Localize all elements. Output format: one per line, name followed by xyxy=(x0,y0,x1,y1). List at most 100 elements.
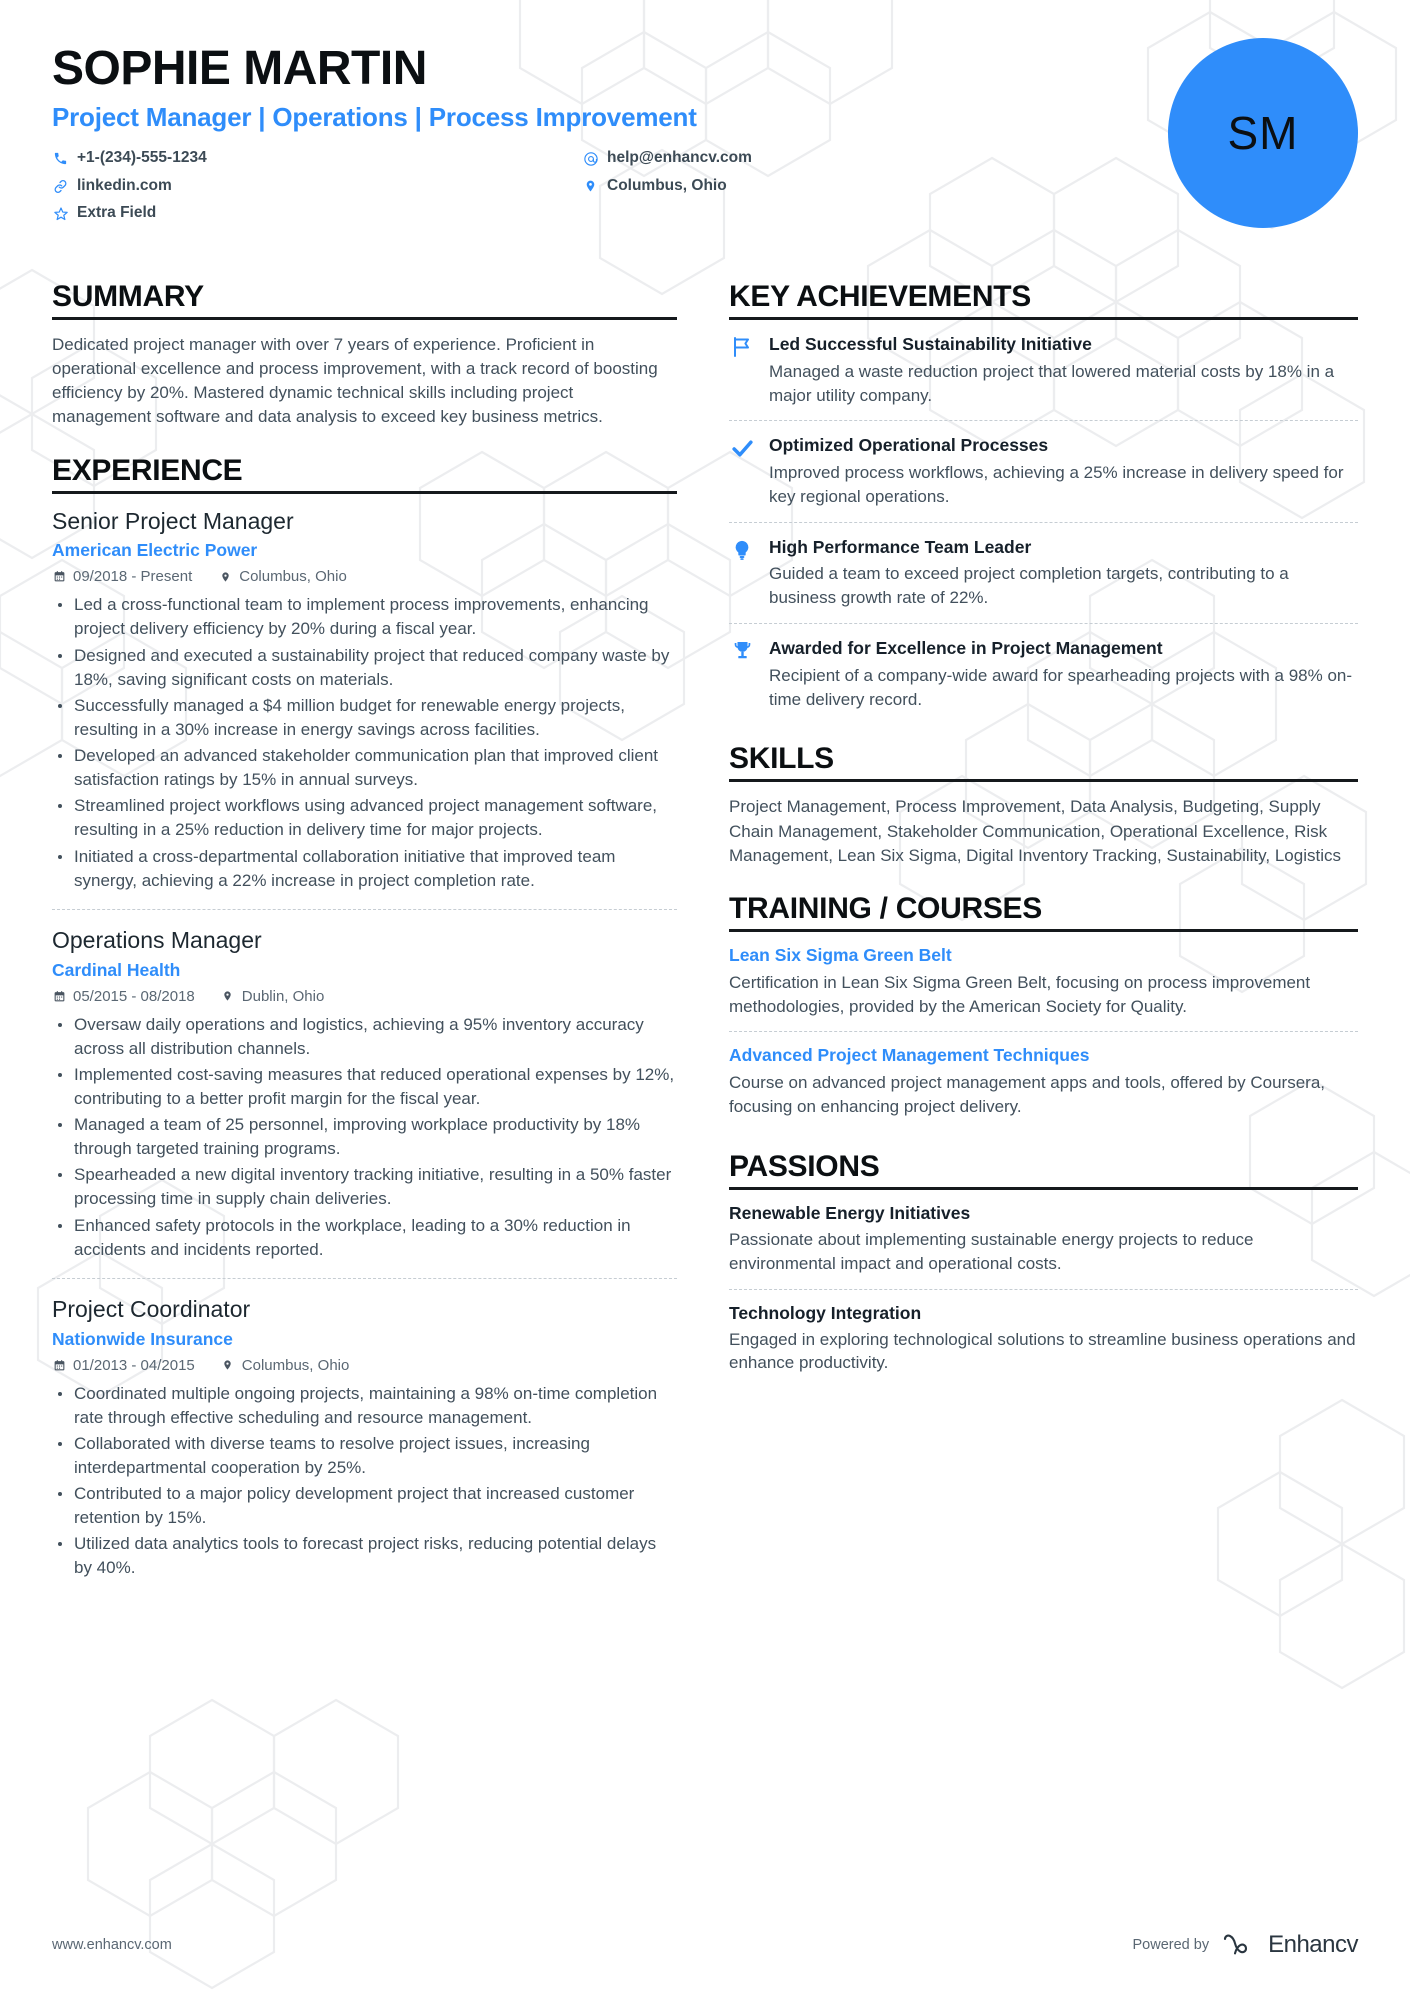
flag-icon xyxy=(729,333,755,407)
job-dates: 05/2015 - 08/2018 xyxy=(52,988,195,1005)
job-bullet: Designed and executed a sustainability p… xyxy=(52,644,677,692)
job-meta: 05/2015 - 08/2018 Dublin, Ohio xyxy=(52,988,677,1005)
resume-header: SOPHIE MARTIN Project Manager | Operatio… xyxy=(52,38,1358,244)
achievement-item: Led Successful Sustainability Initiative… xyxy=(729,333,1358,420)
achievement-body: Awarded for Excellence in Project Manage… xyxy=(769,637,1358,711)
passion-item: Technology Integration Engaged in explor… xyxy=(729,1288,1358,1389)
job-dates-value: 01/2013 - 04/2015 xyxy=(73,1356,195,1374)
achievement-body: High Performance Team Leader Guided a te… xyxy=(769,536,1358,610)
skills-text: Project Management, Process Improvement,… xyxy=(729,797,1341,865)
job-company[interactable]: Nationwide Insurance xyxy=(52,1329,677,1350)
passion-item: Renewable Energy Initiatives Passionate … xyxy=(729,1203,1358,1289)
location-icon xyxy=(221,1358,235,1372)
achievement-body: Optimized Operational Processes Improved… xyxy=(769,434,1358,508)
achievement-title: Led Successful Sustainability Initiative xyxy=(769,334,1092,354)
right-column: KEY ACHIEVEMENTS Led Successful Sustaina… xyxy=(729,280,1358,1601)
trophy-icon xyxy=(729,637,755,711)
job-bullet: Initiated a cross-departmental collabora… xyxy=(52,845,677,893)
job-role: Operations Manager xyxy=(52,926,262,953)
achievement-description: Managed a waste reduction project that l… xyxy=(769,361,1335,405)
contact-link[interactable]: linkedin.com xyxy=(52,175,582,197)
training-name[interactable]: Lean Six Sigma Green Belt xyxy=(729,945,1358,966)
achievement-item: Optimized Operational Processes Improved… xyxy=(729,420,1358,521)
summary-heading: SUMMARY xyxy=(52,280,677,320)
achievement-description: Guided a team to exceed project completi… xyxy=(769,564,1289,608)
contact-email-value: help@enhancv.com xyxy=(607,149,752,167)
link-icon xyxy=(52,178,69,195)
contact-extra-field[interactable]: Extra Field xyxy=(52,202,582,224)
job-bullet: Enhanced safety protocols in the workpla… xyxy=(52,1214,677,1262)
job-bullet: Coordinated multiple ongoing projects, m… xyxy=(52,1382,677,1430)
job-bullet: Managed a team of 25 personnel, improvin… xyxy=(52,1113,677,1161)
job-dates: 01/2013 - 04/2015 xyxy=(52,1357,195,1374)
powered-by-label: Powered by xyxy=(1132,1937,1210,1953)
passion-description: Engaged in exploring technological solut… xyxy=(729,1329,1356,1373)
job-bullet: Collaborated with diverse teams to resol… xyxy=(52,1432,677,1480)
footer-url[interactable]: www.enhancv.com xyxy=(52,1937,172,1953)
achievement-title: High Performance Team Leader xyxy=(769,536,1032,557)
passion-name: Renewable Energy Initiatives xyxy=(729,1202,971,1223)
contact-phone[interactable]: +1-(234)-555-1234 xyxy=(52,147,582,169)
achievement-title: Awarded for Excellence in Project Manage… xyxy=(769,638,1163,659)
resume-page: SOPHIE MARTIN Project Manager | Operatio… xyxy=(0,0,1410,1995)
star-icon xyxy=(52,205,69,222)
section-training-courses: TRAINING / COURSES Lean Six Sigma Green … xyxy=(729,892,1358,1132)
experience-item: Senior Project Manager American Electric… xyxy=(52,507,677,909)
left-column: SUMMARY Dedicated project manager with o… xyxy=(52,280,677,1601)
experience-heading: EXPERIENCE xyxy=(52,454,677,494)
achievement-title: Optimized Operational Processes xyxy=(769,435,1049,456)
phone-icon xyxy=(52,150,69,167)
section-passions: PASSIONS Renewable Energy Initiatives Pa… xyxy=(729,1150,1358,1388)
job-dates-value: 05/2015 - 08/2018 xyxy=(73,987,195,1005)
achievement-item: High Performance Team Leader Guided a te… xyxy=(729,521,1358,623)
calendar-icon xyxy=(52,1358,66,1372)
job-location-value: Columbus, Ohio xyxy=(241,1356,350,1374)
job-company[interactable]: Cardinal Health xyxy=(52,960,677,981)
enhancv-logo: Enhancv xyxy=(1221,1931,1358,1959)
training-item: Lean Six Sigma Green Belt Certification … xyxy=(729,945,1358,1032)
passion-name: Technology Integration xyxy=(729,1302,922,1323)
achievement-description: Recipient of a company-wide award for sp… xyxy=(769,665,1353,709)
enhancv-wordmark: Enhancv xyxy=(1268,1931,1358,1958)
training-item: Advanced Project Management Techniques C… xyxy=(729,1031,1358,1132)
training-heading: TRAINING / COURSES xyxy=(729,892,1358,932)
achievement-description: Improved process workflows, achieving a … xyxy=(769,463,1344,506)
contact-location-value: Columbus, Ohio xyxy=(607,176,727,194)
job-bullet: Contributed to a major policy developmen… xyxy=(52,1482,677,1530)
calendar-icon xyxy=(52,989,66,1003)
job-bullet: Led a cross-functional team to implement… xyxy=(52,593,677,641)
job-company[interactable]: American Electric Power xyxy=(52,540,677,561)
calendar-icon xyxy=(52,570,66,584)
contact-phone-value: +1-(234)-555-1234 xyxy=(77,149,207,167)
job-location-value: Columbus, Ohio xyxy=(239,568,347,586)
training-name[interactable]: Advanced Project Management Techniques xyxy=(729,1045,1358,1066)
section-key-achievements: KEY ACHIEVEMENTS Led Successful Sustaina… xyxy=(729,280,1358,724)
job-bullets: Led a cross-functional team to implement… xyxy=(52,593,677,893)
passion-description: Passionate about implementing sustainabl… xyxy=(729,1229,1254,1273)
lightbulb-icon xyxy=(729,536,755,610)
job-location: Columbus, Ohio xyxy=(218,568,347,585)
experience-item: Project Coordinator Nationwide Insurance… xyxy=(52,1277,677,1597)
page-title: SOPHIE MARTIN xyxy=(52,42,427,95)
contact-location[interactable]: Columbus, Ohio xyxy=(582,175,862,197)
job-meta: 09/2018 - Present Columbus, Ohio xyxy=(52,568,677,585)
resume-footer: www.enhancv.com Powered by Enhancv xyxy=(52,1931,1358,1959)
professional-headline: Project Manager | Operations | Process I… xyxy=(52,102,697,133)
contact-email[interactable]: help@enhancv.com xyxy=(582,147,862,169)
job-bullets: Coordinated multiple ongoing projects, m… xyxy=(52,1382,677,1581)
section-skills: SKILLS Project Management, Process Impro… xyxy=(729,742,1358,867)
achievement-item: Awarded for Excellence in Project Manage… xyxy=(729,623,1358,724)
resume-columns: SUMMARY Dedicated project manager with o… xyxy=(52,280,1358,1601)
avatar-initials: SM xyxy=(1227,107,1299,159)
location-icon xyxy=(221,989,235,1003)
resume-content: SOPHIE MARTIN Project Manager | Operatio… xyxy=(0,0,1410,1995)
avatar: SM xyxy=(1168,38,1358,228)
section-summary: SUMMARY Dedicated project manager with o… xyxy=(52,280,677,430)
job-bullets: Oversaw daily operations and logistics, … xyxy=(52,1013,677,1262)
job-bullet: Oversaw daily operations and logistics, … xyxy=(52,1013,677,1061)
section-experience: EXPERIENCE Senior Project Manager Americ… xyxy=(52,454,677,1597)
